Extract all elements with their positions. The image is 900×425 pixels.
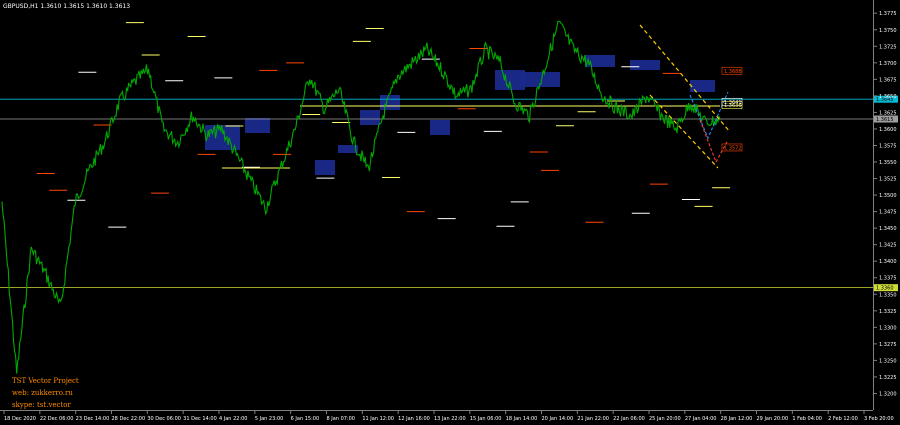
y-tick-label-4: 1.3675 xyxy=(879,77,897,83)
y-tick-label-1: 1.3750 xyxy=(879,28,897,34)
x-tick-label-12: 13 Jan 22:00 xyxy=(434,416,466,422)
x-tick-label-4: 30 Dec 06:00 xyxy=(147,416,181,422)
zone-rect-2 xyxy=(315,160,335,175)
x-tick-label-15: 20 Jan 14:00 xyxy=(542,416,574,422)
y-tick-label-11: 1.3500 xyxy=(879,193,897,199)
y-tick-label-22: 1.3225 xyxy=(879,375,897,381)
price-label-0: 1.3688 xyxy=(724,69,742,75)
zone-rect-10 xyxy=(630,60,660,70)
x-tick-label-20: 28 Jan 12:00 xyxy=(721,416,753,422)
zone-rect-9 xyxy=(585,55,615,67)
zone-rect-5 xyxy=(380,95,400,110)
x-tick-label-24: 3 Feb 20:00 xyxy=(864,416,894,422)
y-tick-label-15: 1.3400 xyxy=(879,259,897,265)
y-tick-label-20: 1.3275 xyxy=(879,342,897,348)
zone-rect-1 xyxy=(245,118,270,133)
y-tick-label-10: 1.3525 xyxy=(879,177,897,183)
y-tick-label-18: 1.3325 xyxy=(879,309,897,315)
y-tick-label-23: 1.3200 xyxy=(879,391,897,397)
x-tick-label-3: 28 Dec 22:00 xyxy=(112,416,146,422)
y-tick-label-7: 1.3600 xyxy=(879,127,897,133)
chart-background xyxy=(0,0,900,425)
x-tick-label-11: 12 Jan 16:00 xyxy=(398,416,430,422)
x-tick-label-1: 22 Dec 06:00 xyxy=(40,416,74,422)
price-label-3: 1.3572 xyxy=(724,145,742,151)
x-tick-label-7: 5 Jan 23:00 xyxy=(255,416,283,422)
level-line-label-2: 1.3360 xyxy=(876,286,894,292)
zone-rect-4 xyxy=(360,110,380,125)
x-tick-label-17: 22 Jan 06:00 xyxy=(613,416,645,422)
x-tick-label-0: 18 Dec 2020 xyxy=(4,416,36,422)
y-tick-label-13: 1.3450 xyxy=(879,226,897,232)
credit-project: TST Vector Project xyxy=(12,377,79,385)
y-tick-label-8: 1.3575 xyxy=(879,143,897,149)
x-tick-label-18: 25 Jan 20:00 xyxy=(649,416,681,422)
zone-rect-11 xyxy=(690,80,715,92)
symbol-header: GBPUSD,H1 1.3610 1.3615 1.3610 1.3613 xyxy=(3,3,130,10)
y-tick-label-16: 1.3375 xyxy=(879,276,897,282)
y-tick-label-12: 1.3475 xyxy=(879,210,897,216)
y-tick-label-14: 1.3425 xyxy=(879,243,897,249)
level-line-label-1: 1.3615 xyxy=(876,117,894,123)
x-tick-label-23: 2 Feb 12:00 xyxy=(828,416,858,422)
price-chart[interactable]: GBPUSD,H1 1.3610 1.3615 1.3610 1.3613 1.… xyxy=(0,0,900,425)
zone-rect-6 xyxy=(430,120,450,135)
x-tick-label-16: 21 Jan 22:00 xyxy=(577,416,609,422)
y-tick-label-6: 1.3625 xyxy=(879,110,897,116)
y-tick-label-9: 1.3550 xyxy=(879,160,897,166)
x-tick-label-10: 11 Jan 12:00 xyxy=(362,416,394,422)
x-tick-label-21: 29 Jan 20:00 xyxy=(757,416,789,422)
x-tick-label-5: 31 Dec 14:00 xyxy=(183,416,217,422)
y-tick-label-0: 1.3775 xyxy=(879,11,897,17)
y-tick-label-21: 1.3250 xyxy=(879,358,897,364)
x-tick-label-13: 15 Jan 06:00 xyxy=(470,416,502,422)
price-label-2: 1.3636 xyxy=(724,103,742,109)
x-tick-label-6: 4 Jan 22:00 xyxy=(219,416,247,422)
y-tick-label-17: 1.3350 xyxy=(879,292,897,298)
credit-skype: skype: tst.vector xyxy=(12,401,71,409)
y-tick-label-5: 1.3650 xyxy=(879,94,897,100)
x-tick-label-14: 18 Jan 14:00 xyxy=(506,416,538,422)
x-tick-label-8: 6 Jan 15:00 xyxy=(291,416,319,422)
x-tick-label-2: 23 Dec 14:00 xyxy=(76,416,110,422)
credit-web: web: zukkerro.ru xyxy=(12,389,73,397)
y-tick-label-2: 1.3725 xyxy=(879,44,897,50)
x-tick-label-9: 8 Jan 07:00 xyxy=(327,416,355,422)
y-tick-label-3: 1.3700 xyxy=(879,61,897,67)
y-tick-label-19: 1.3300 xyxy=(879,325,897,331)
x-tick-label-19: 27 Jan 04:00 xyxy=(685,416,717,422)
x-tick-label-22: 1 Feb 04:00 xyxy=(792,416,822,422)
